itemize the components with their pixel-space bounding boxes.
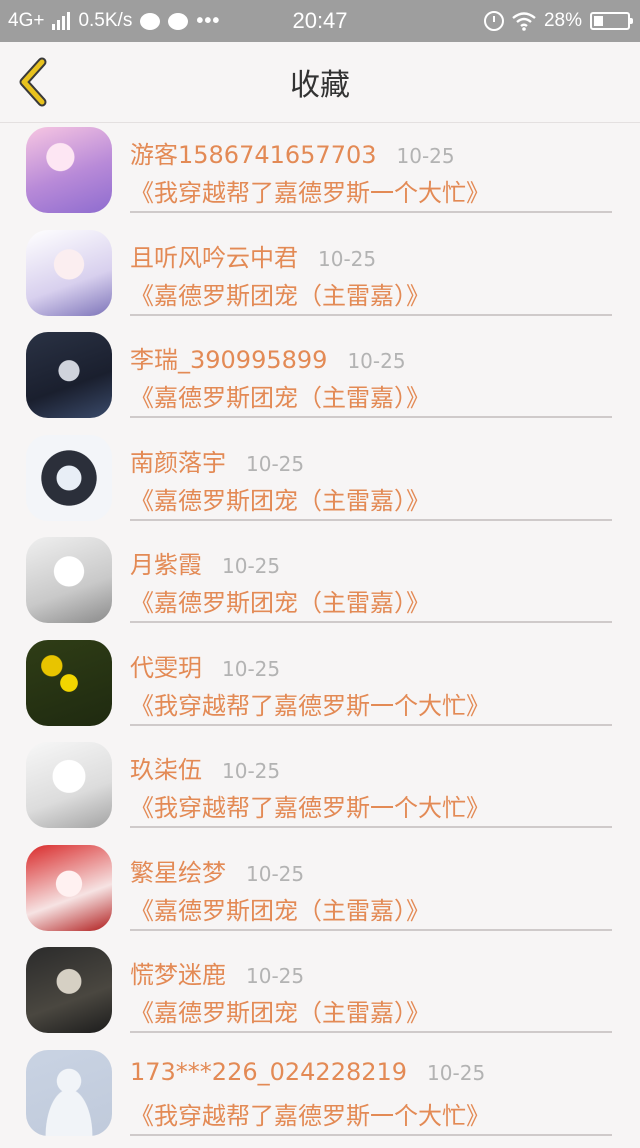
divider (130, 724, 612, 726)
book-title[interactable]: 《嘉德罗斯团宠（主雷嘉）》 (130, 378, 430, 413)
favorite-item[interactable]: 游客1586741657703 10-25 《我穿越帮了嘉德罗斯一个大忙》 (0, 123, 640, 226)
book-title[interactable]: 《嘉德罗斯团宠（主雷嘉）》 (130, 993, 430, 1028)
divider (130, 416, 612, 418)
user-name[interactable]: 南颜落宇 (130, 443, 226, 478)
avatar[interactable] (26, 230, 112, 316)
favorite-date: 10-25 (222, 759, 280, 783)
avatar[interactable] (26, 127, 112, 213)
favorite-meta: 玖柒伍 10-25 (130, 750, 280, 785)
status-left: 4G+ 0.5K/s ••• (8, 0, 220, 42)
user-name[interactable]: 繁星绘梦 (130, 853, 226, 888)
favorite-date: 10-25 (318, 247, 376, 271)
favorite-meta: 且听风吟云中君 10-25 (130, 238, 376, 273)
divider (130, 621, 612, 623)
favorite-meta: 南颜落宇 10-25 (130, 443, 304, 478)
avatar[interactable] (26, 640, 112, 726)
user-name[interactable]: 月紫霞 (130, 545, 202, 580)
book-title[interactable]: 《嘉德罗斯团宠（主雷嘉）》 (130, 891, 430, 926)
favorite-date: 10-25 (222, 554, 280, 578)
divider (130, 929, 612, 931)
divider (130, 519, 612, 521)
book-title[interactable]: 《嘉德罗斯团宠（主雷嘉）》 (130, 481, 430, 516)
chevron-left-icon (12, 54, 62, 110)
book-title[interactable]: 《我穿越帮了嘉德罗斯一个大忙》 (130, 1096, 490, 1131)
user-name[interactable]: 李瑞_390995899 (130, 340, 327, 375)
favorite-item[interactable]: 南颜落宇 10-25 《嘉德罗斯团宠（主雷嘉）》 (0, 431, 640, 534)
favorite-date: 10-25 (222, 657, 280, 681)
page-title: 收藏 (0, 42, 640, 122)
avatar[interactable] (26, 435, 112, 521)
favorite-meta: 慌梦迷鹿 10-25 (130, 955, 304, 990)
signal-icon (52, 12, 70, 30)
divider (130, 826, 612, 828)
favorite-meta: 173***226_024228219 10-25 (130, 1058, 485, 1086)
book-title[interactable]: 《我穿越帮了嘉德罗斯一个大忙》 (130, 173, 490, 208)
favorite-meta: 代雯玥 10-25 (130, 648, 280, 683)
user-name[interactable]: 慌梦迷鹿 (130, 955, 226, 990)
alarm-icon (484, 11, 504, 31)
favorite-date: 10-25 (427, 1061, 485, 1085)
avatar[interactable] (26, 742, 112, 828)
favorite-date: 10-25 (347, 349, 405, 373)
favorite-date: 10-25 (246, 862, 304, 886)
avatar[interactable] (26, 1050, 112, 1136)
nav-bar: 收藏 (0, 42, 640, 123)
user-name[interactable]: 玖柒伍 (130, 750, 202, 785)
battery-icon (590, 12, 630, 30)
divider (130, 211, 612, 213)
user-name[interactable]: 173***226_024228219 (130, 1058, 407, 1086)
divider (130, 314, 612, 316)
avatar[interactable] (26, 947, 112, 1033)
favorite-date: 10-25 (246, 964, 304, 988)
favorite-item[interactable]: 繁星绘梦 10-25 《嘉德罗斯团宠（主雷嘉）》 (0, 841, 640, 944)
favorite-item[interactable]: 月紫霞 10-25 《嘉德罗斯团宠（主雷嘉）》 (0, 533, 640, 636)
network-type: 4G+ (8, 10, 44, 32)
clock: 20:47 (292, 8, 347, 34)
network-speed: 0.5K/s (78, 10, 132, 32)
book-title[interactable]: 《嘉德罗斯团宠（主雷嘉）》 (130, 583, 430, 618)
favorite-item[interactable]: 173***226_024228219 10-25 《我穿越帮了嘉德罗斯一个大忙》 (0, 1046, 640, 1148)
divider (130, 1031, 612, 1033)
favorite-item[interactable]: 代雯玥 10-25 《我穿越帮了嘉德罗斯一个大忙》 (0, 636, 640, 739)
book-title[interactable]: 《嘉德罗斯团宠（主雷嘉）》 (130, 276, 430, 311)
favorite-item[interactable]: 李瑞_390995899 10-25 《嘉德罗斯团宠（主雷嘉）》 (0, 328, 640, 431)
battery-percent: 28% (544, 10, 582, 32)
favorite-date: 10-25 (397, 144, 455, 168)
status-bar: 4G+ 0.5K/s ••• 20:47 28% (0, 0, 640, 42)
favorite-meta: 繁星绘梦 10-25 (130, 853, 304, 888)
favorite-meta: 李瑞_390995899 10-25 (130, 340, 406, 375)
back-button[interactable] (12, 54, 62, 110)
divider (130, 1134, 612, 1136)
favorite-date: 10-25 (246, 452, 304, 476)
favorite-item[interactable]: 慌梦迷鹿 10-25 《嘉德罗斯团宠（主雷嘉）》 (0, 943, 640, 1046)
favorite-item[interactable]: 玖柒伍 10-25 《我穿越帮了嘉德罗斯一个大忙》 (0, 738, 640, 841)
avatar[interactable] (26, 332, 112, 418)
favorite-item[interactable]: 且听风吟云中君 10-25 《嘉德罗斯团宠（主雷嘉）》 (0, 226, 640, 329)
more-notifications-icon: ••• (196, 10, 220, 33)
wechat-icon (140, 13, 160, 30)
avatar[interactable] (26, 845, 112, 931)
user-name[interactable]: 游客1586741657703 (130, 135, 377, 170)
user-name[interactable]: 且听风吟云中君 (130, 238, 298, 273)
favorite-meta: 游客1586741657703 10-25 (130, 135, 455, 170)
avatar[interactable] (26, 537, 112, 623)
user-name[interactable]: 代雯玥 (130, 648, 202, 683)
book-title[interactable]: 《我穿越帮了嘉德罗斯一个大忙》 (130, 788, 490, 823)
wifi-icon (512, 11, 536, 31)
book-title[interactable]: 《我穿越帮了嘉德罗斯一个大忙》 (130, 686, 490, 721)
message-icon (168, 13, 188, 30)
status-right: 28% (484, 0, 630, 42)
favorite-meta: 月紫霞 10-25 (130, 545, 280, 580)
favorites-list: 游客158674165770310-25《我穿越帮了嘉德罗斯一个大忙》且听风吟云… (0, 123, 640, 1148)
